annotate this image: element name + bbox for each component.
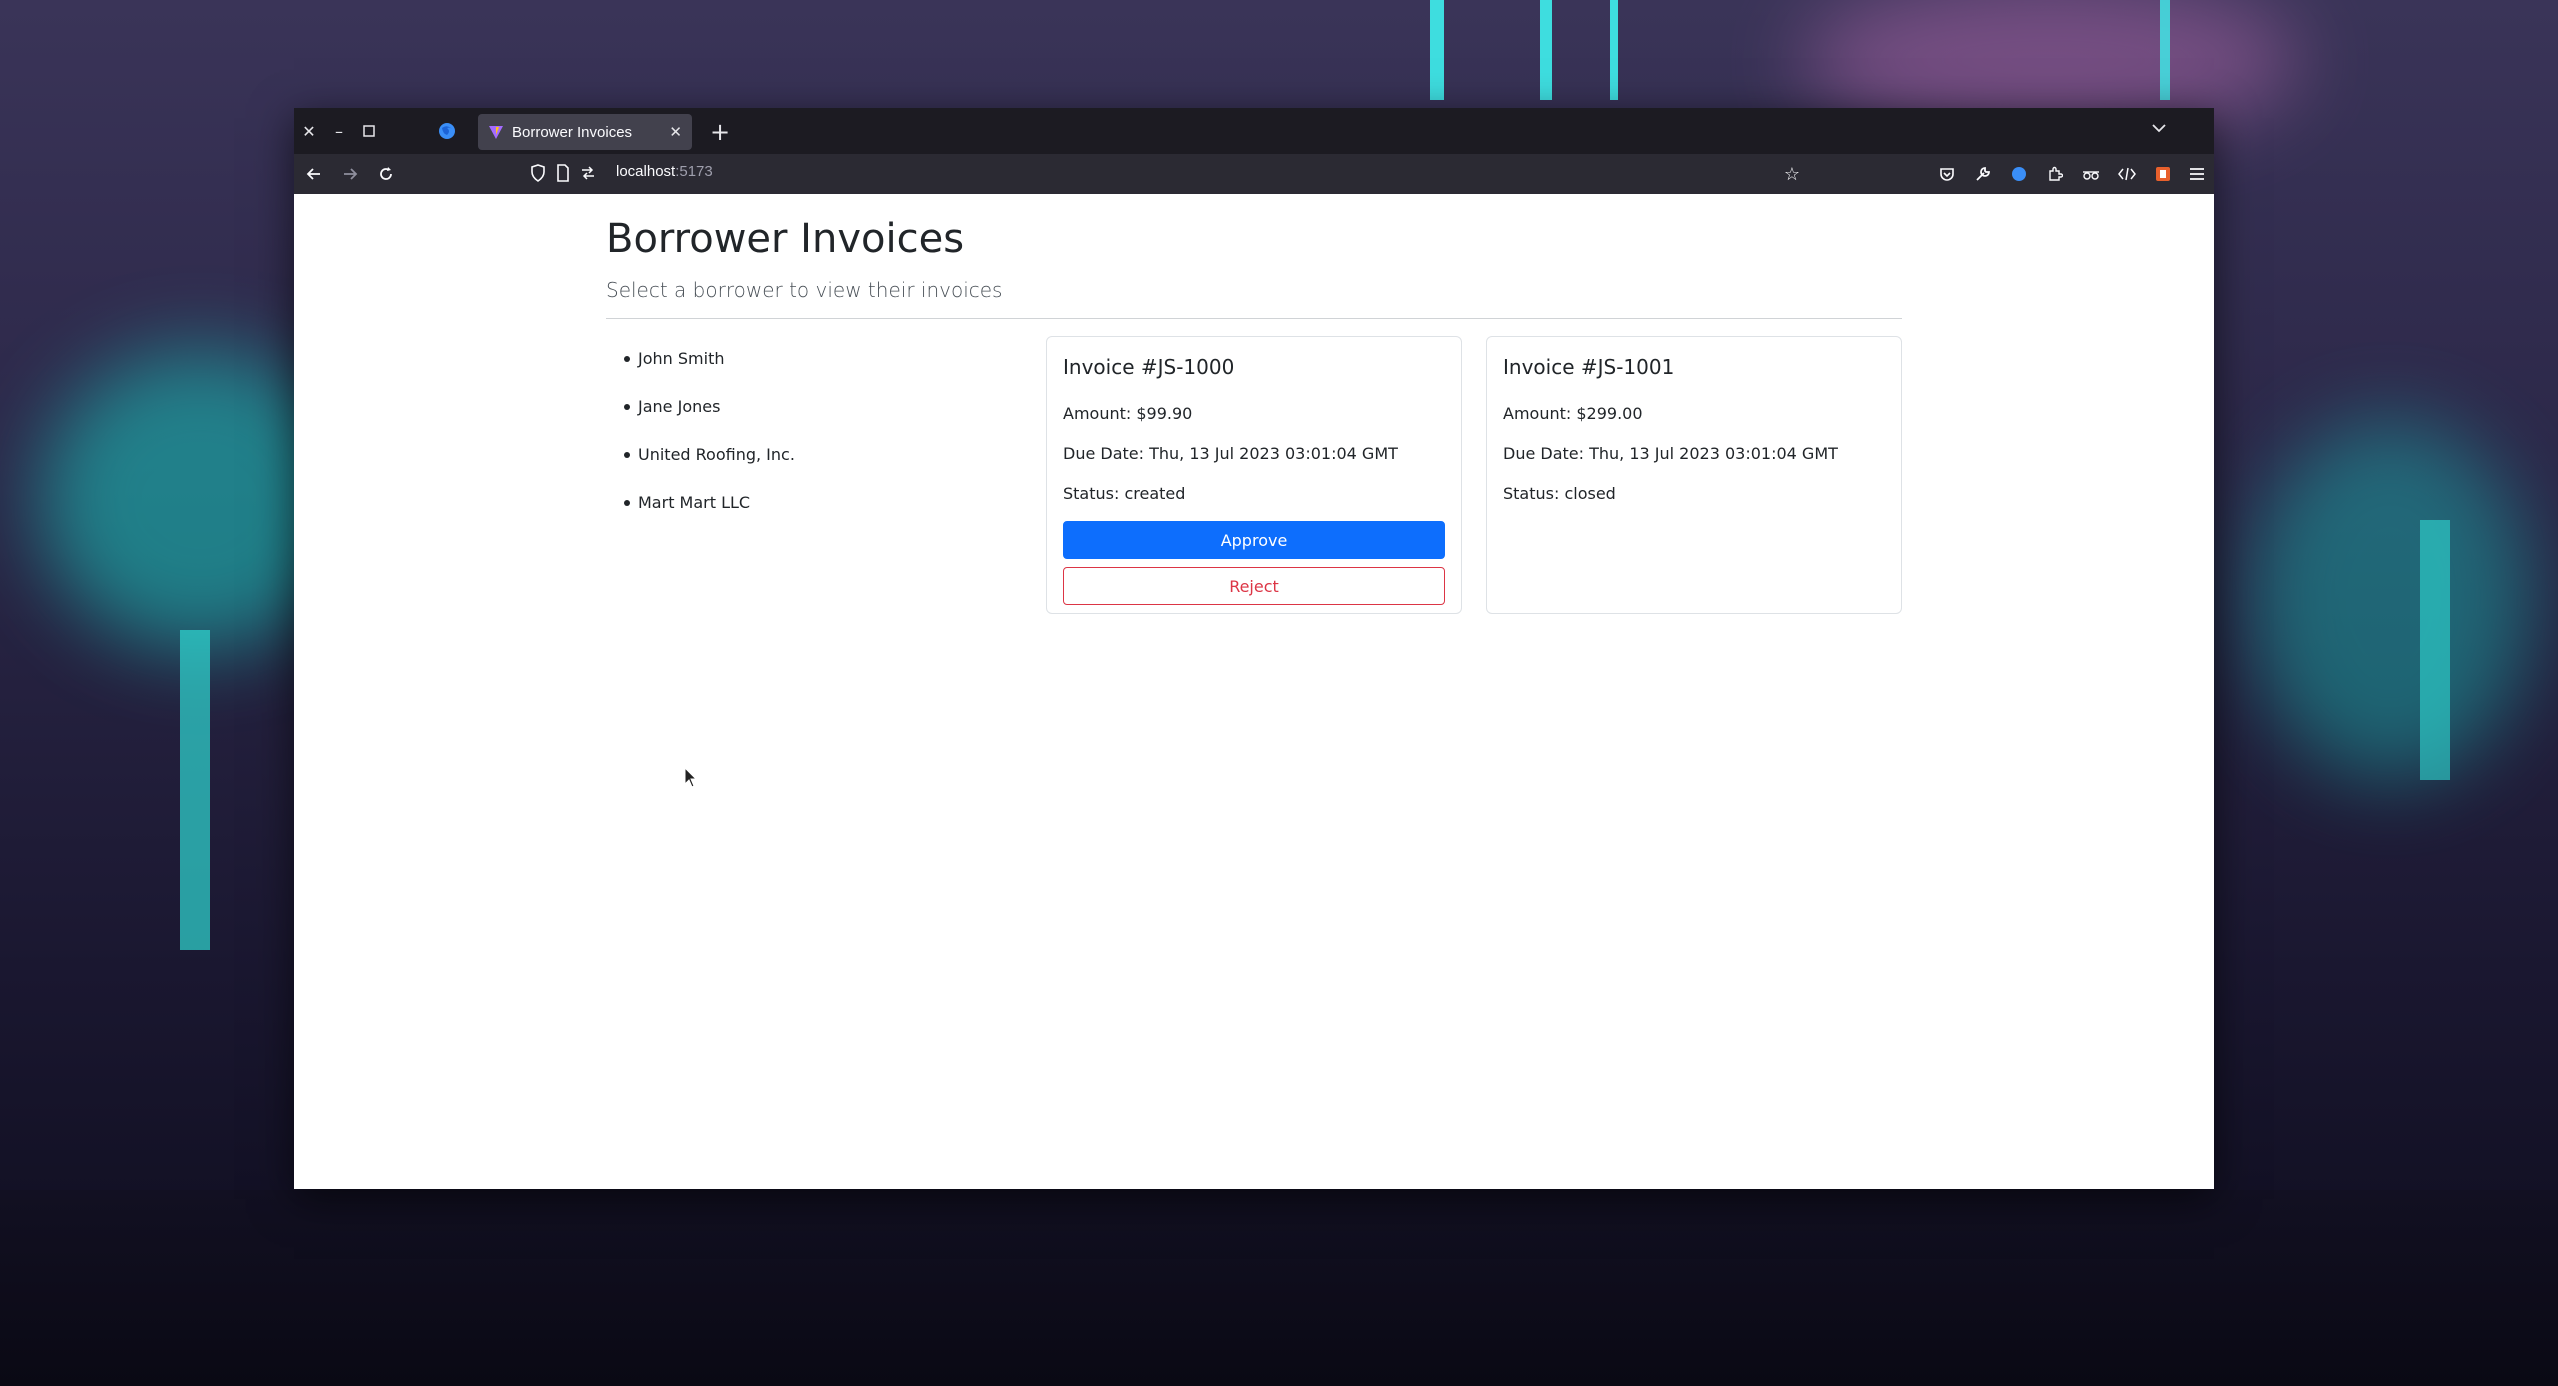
borrower-item-jane-jones[interactable]: Jane Jones [606,382,795,430]
page-subtitle: Select a borrower to view their invoices [606,278,1003,302]
borrower-list: John Smith Jane Jones United Roofing, In… [606,334,795,526]
borrower-item-mart-mart[interactable]: Mart Mart LLC [606,478,795,526]
browser-window: ✕ – Borrower Invoices ✕ + localhost:5173… [294,108,2214,1189]
invoice-title: Invoice #JS-1001 [1503,355,1675,379]
close-window-icon[interactable]: ✕ [294,108,324,154]
maximize-window-icon[interactable] [354,108,384,154]
url-host: localhost [616,163,676,180]
extensions-icon[interactable] [2042,161,2068,187]
new-tab-button[interactable]: + [704,116,736,148]
borrower-item-united-roofing[interactable]: United Roofing, Inc. [606,430,795,478]
firefox-account-icon[interactable] [2006,161,2032,187]
invoice-status: Status: created [1063,483,1186,503]
firefox-view-icon[interactable] [434,118,460,144]
extension-orange-icon[interactable] [2150,161,2176,187]
bookmark-star-icon[interactable]: ☆ [1778,160,1806,188]
invoice-status: Status: closed [1503,483,1616,503]
shield-icon[interactable] [530,164,546,186]
vite-logo-icon [489,126,503,139]
approve-button[interactable]: Approve [1063,521,1445,559]
invoice-amount: Amount: $99.90 [1063,403,1193,423]
page-viewport: Borrower Invoices Select a borrower to v… [294,194,2214,1189]
tab-bar: ✕ – Borrower Invoices ✕ + [294,108,2214,154]
invoice-title: Invoice #JS-1000 [1063,355,1235,379]
list-all-tabs-icon[interactable] [2152,118,2166,137]
navigation-toolbar: localhost:5173 ☆ [294,154,2214,194]
wrench-icon[interactable] [1970,161,1996,187]
menu-icon[interactable] [2184,161,2210,187]
page-icon[interactable] [556,164,570,186]
invoice-due-date: Due Date: Thu, 13 Jul 2023 03:01:04 GMT [1503,443,1838,463]
code-icon[interactable] [2114,161,2140,187]
invoice-card: Invoice #JS-1000 Amount: $99.90 Due Date… [1046,336,1462,614]
invoice-card: Invoice #JS-1001 Amount: $299.00 Due Dat… [1486,336,1902,614]
invoice-due-date: Due Date: Thu, 13 Jul 2023 03:01:04 GMT [1063,443,1398,463]
incognito-icon[interactable] [2078,161,2104,187]
divider [606,318,1902,319]
address-bar[interactable]: localhost:5173 [616,163,713,180]
pocket-icon[interactable] [1934,161,1960,187]
tab-borrower-invoices[interactable]: Borrower Invoices ✕ [478,114,692,150]
mouse-cursor-icon [684,767,698,788]
back-icon[interactable] [300,160,328,188]
reload-icon[interactable] [372,160,400,188]
page-title: Borrower Invoices [606,216,965,262]
url-port: :5173 [675,163,713,180]
connection-icon[interactable] [580,164,596,186]
minimize-window-icon[interactable]: – [324,108,354,154]
borrower-item-john-smith[interactable]: John Smith [606,334,795,382]
tab-title: Borrower Invoices [512,123,633,141]
invoice-amount: Amount: $299.00 [1503,403,1643,423]
close-tab-icon[interactable]: ✕ [669,123,682,141]
reject-button[interactable]: Reject [1063,567,1445,605]
forward-icon[interactable] [336,160,364,188]
